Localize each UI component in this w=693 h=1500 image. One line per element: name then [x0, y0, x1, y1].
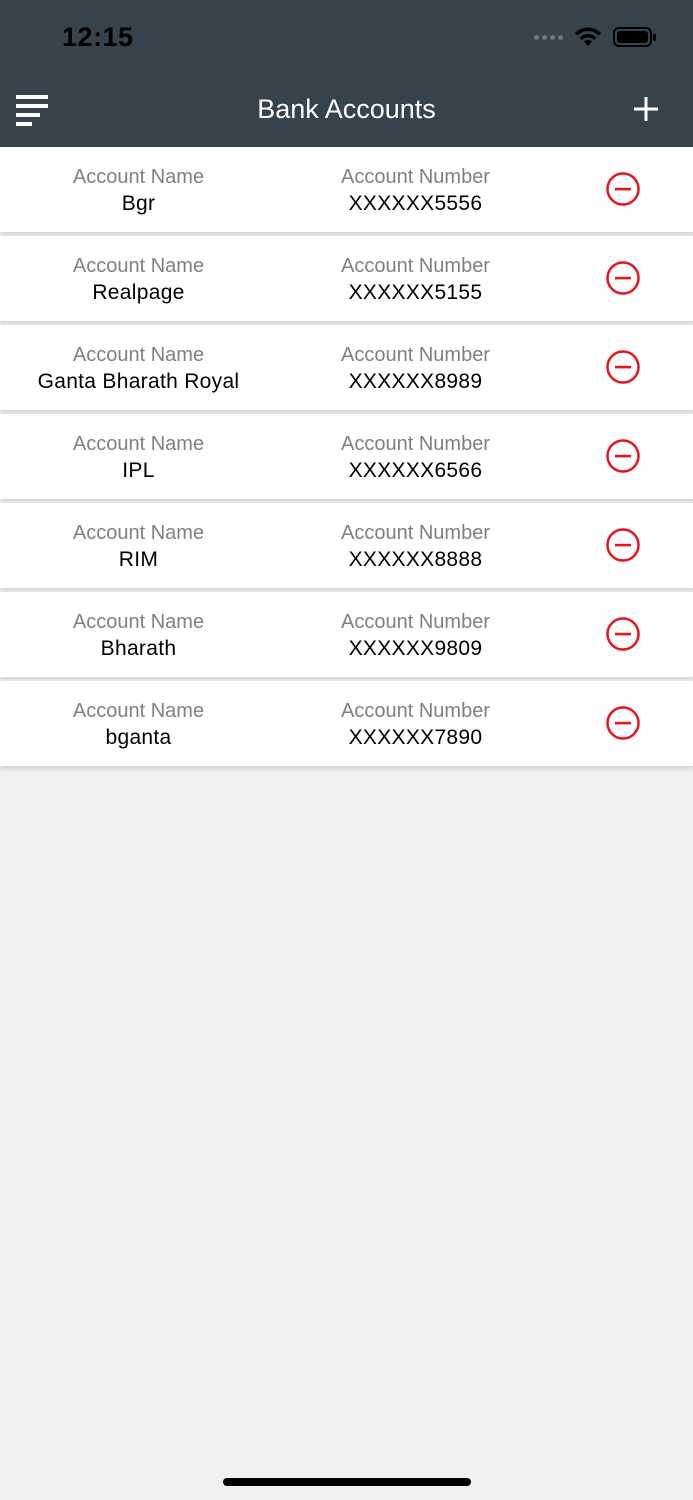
plus-icon[interactable] — [633, 96, 659, 122]
account-number-value: XXXXXX9809 — [348, 637, 483, 660]
wifi-icon — [573, 26, 603, 48]
account-number-column: Account Number XXXXXX6566 — [277, 414, 554, 483]
minus-circle-icon[interactable] — [605, 616, 641, 652]
account-name-value: IPL — [122, 459, 155, 482]
account-number-label: Account Number — [341, 522, 490, 544]
status-time: 12:15 — [62, 22, 134, 52]
account-number-column: Account Number XXXXXX5155 — [277, 236, 554, 305]
list-item[interactable]: Account Name IPL Account Number XXXXXX65… — [0, 414, 693, 499]
account-number-column: Account Number XXXXXX7890 — [277, 681, 554, 750]
list-item[interactable]: Account Name RIM Account Number XXXXXX88… — [0, 503, 693, 588]
account-name-column: Account Name Bgr — [0, 147, 277, 216]
account-number-column: Account Number XXXXXX8888 — [277, 503, 554, 572]
signal-icon — [534, 34, 563, 40]
minus-circle-icon[interactable] — [605, 705, 641, 741]
account-name-column: Account Name bganta — [0, 681, 277, 750]
account-number-column: Account Number XXXXXX8989 — [277, 325, 554, 394]
list-item[interactable]: Account Name Realpage Account Number XXX… — [0, 236, 693, 321]
list-item[interactable]: Account Name bganta Account Number XXXXX… — [0, 681, 693, 766]
header: 12:15 Bank Accounts — [0, 0, 693, 147]
list-item[interactable]: Account Name Ganta Bharath Royal Account… — [0, 325, 693, 410]
account-number-value: XXXXXX5155 — [348, 281, 483, 304]
minus-circle-icon[interactable] — [605, 438, 641, 474]
account-name-label: Account Name — [72, 166, 205, 188]
account-name-column: Account Name Bharath — [0, 592, 277, 661]
account-number-value: XXXXXX5556 — [348, 192, 483, 215]
account-name-value: Bharath — [100, 637, 177, 660]
account-name-value: Realpage — [92, 281, 185, 304]
account-name-label: Account Name — [72, 255, 205, 277]
account-name-value: Bgr — [121, 192, 156, 215]
account-number-label: Account Number — [341, 166, 490, 188]
account-name-label: Account Name — [72, 433, 205, 455]
list-item[interactable]: Account Name Bharath Account Number XXXX… — [0, 592, 693, 677]
account-name-label: Account Name — [72, 344, 205, 366]
account-name-column: Account Name Ganta Bharath Royal — [0, 325, 277, 394]
account-number-value: XXXXXX8888 — [348, 548, 483, 571]
account-number-value: XXXXXX6566 — [348, 459, 483, 482]
account-number-label: Account Number — [341, 700, 490, 722]
account-number-label: Account Number — [341, 611, 490, 633]
account-number-column: Account Number XXXXXX9809 — [277, 592, 554, 661]
account-number-value: XXXXXX8989 — [348, 370, 483, 393]
account-number-column: Account Number XXXXXX5556 — [277, 147, 554, 216]
account-number-label: Account Number — [341, 344, 490, 366]
list-item[interactable]: Account Name Bgr Account Number XXXXXX55… — [0, 147, 693, 232]
bank-accounts-screen: 12:15 Bank Accounts Account Name Bgr Acc… — [0, 0, 693, 1500]
account-name-label: Account Name — [72, 522, 205, 544]
account-name-value: RIM — [118, 548, 159, 571]
account-number-label: Account Number — [341, 255, 490, 277]
minus-circle-icon[interactable] — [605, 260, 641, 296]
page-title: Bank Accounts — [257, 94, 436, 124]
account-number-label: Account Number — [341, 433, 490, 455]
account-name-column: Account Name IPL — [0, 414, 277, 483]
account-name-label: Account Name — [72, 611, 205, 633]
account-name-column: Account Name RIM — [0, 503, 277, 572]
minus-circle-icon[interactable] — [605, 527, 641, 563]
status-indicators — [534, 26, 657, 48]
minus-circle-icon[interactable] — [605, 171, 641, 207]
minus-circle-icon[interactable] — [605, 349, 641, 385]
account-name-column: Account Name Realpage — [0, 236, 277, 305]
account-number-value: XXXXXX7890 — [348, 726, 483, 749]
account-name-value: Ganta Bharath Royal — [37, 370, 240, 393]
account-name-label: Account Name — [72, 700, 205, 722]
accounts-list: Account Name Bgr Account Number XXXXXX55… — [0, 147, 693, 770]
battery-icon — [613, 26, 657, 48]
account-name-value: bganta — [105, 726, 172, 749]
home-indicator[interactable] — [223, 1478, 471, 1486]
